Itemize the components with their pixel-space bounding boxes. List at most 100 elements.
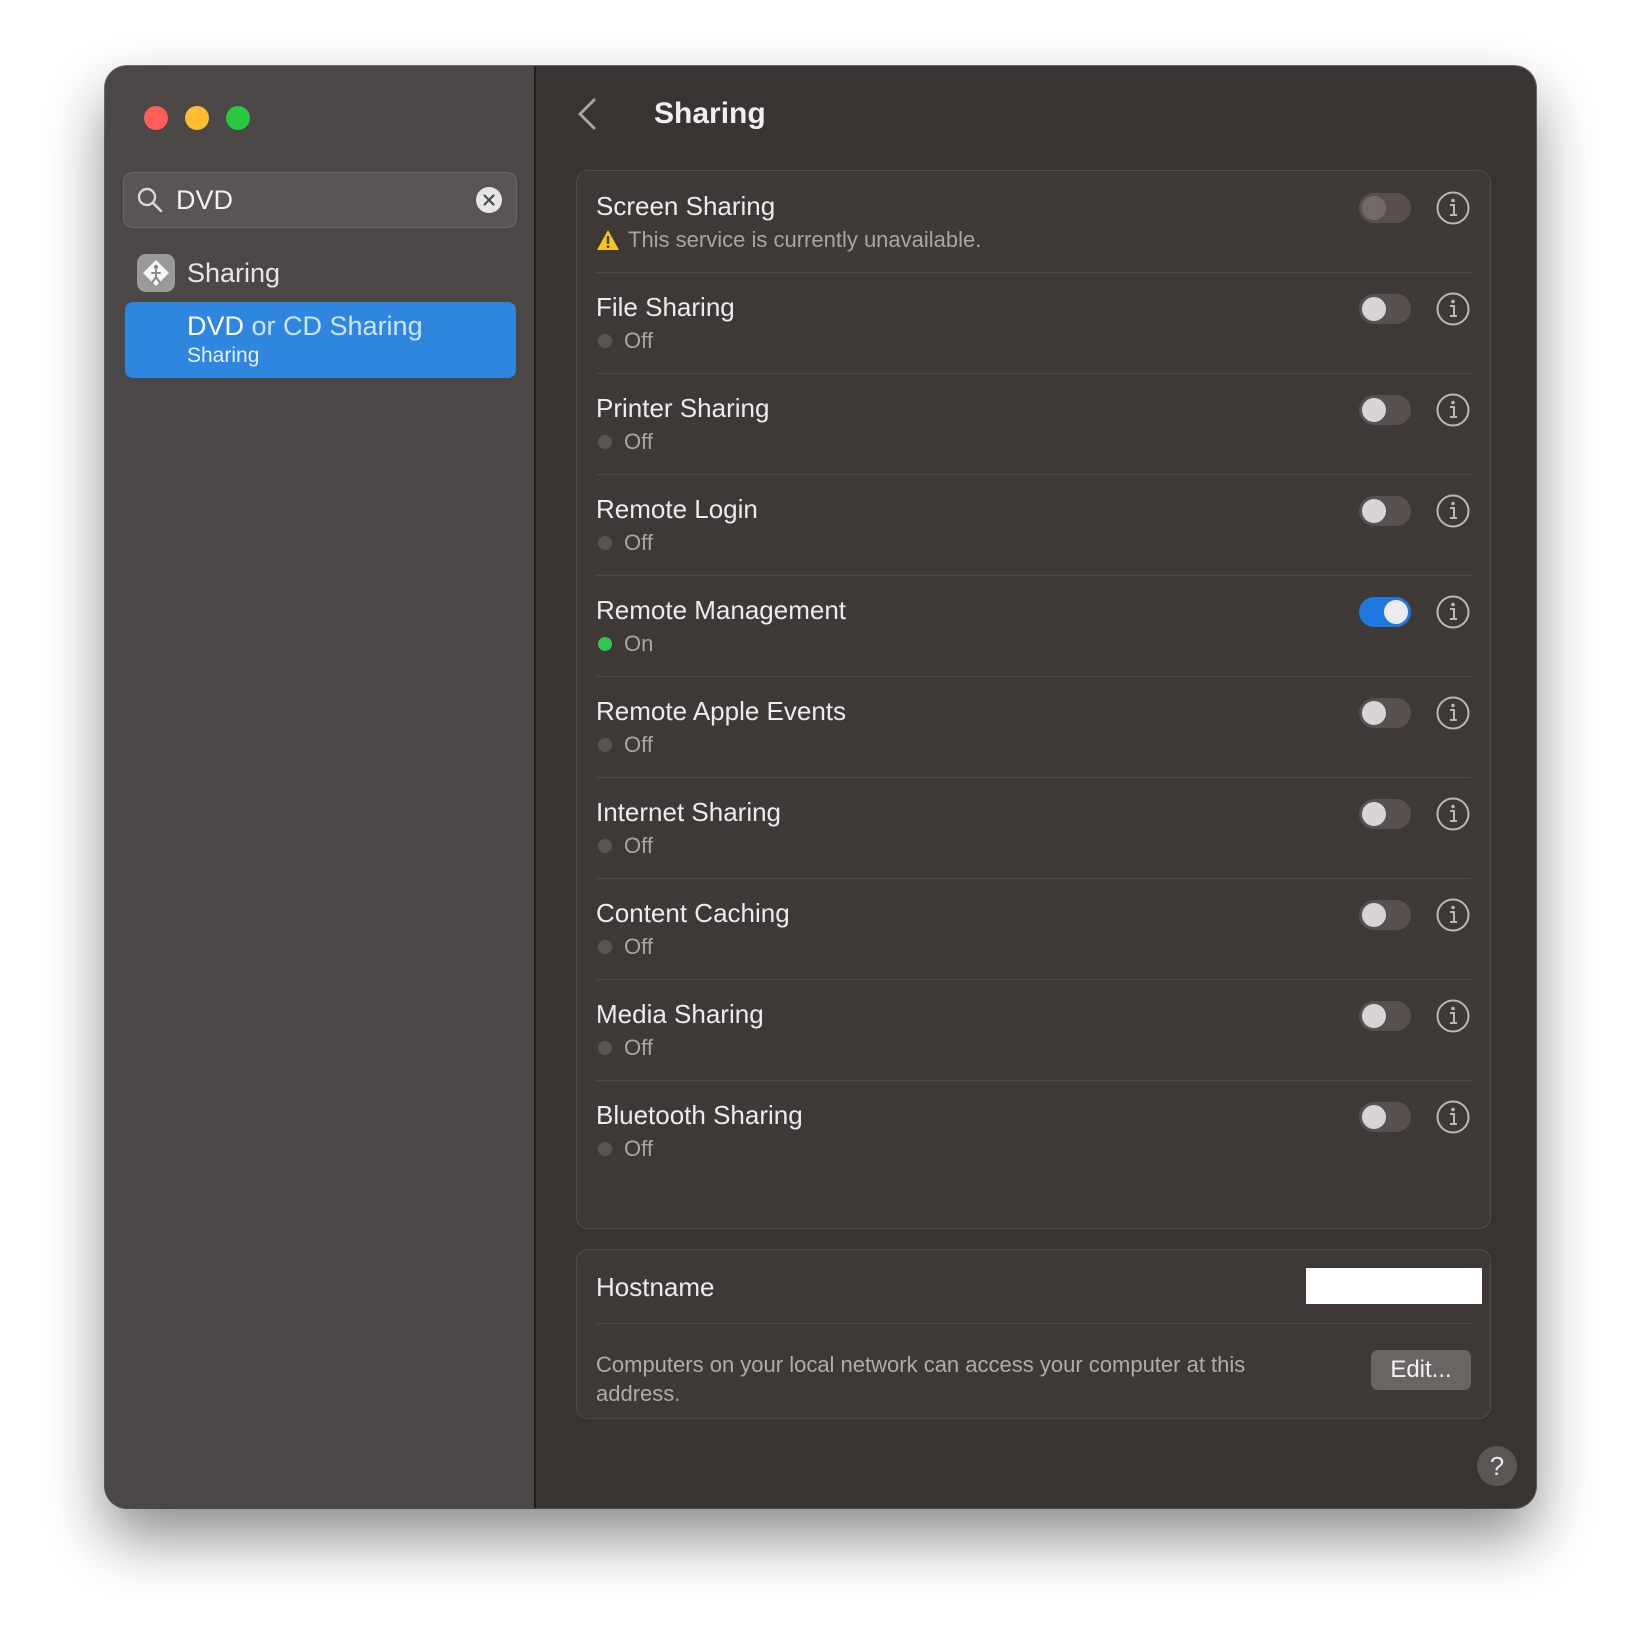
clear-search-button[interactable] xyxy=(476,187,502,213)
page-title: Sharing xyxy=(654,97,766,130)
main-pane: Sharing Screen Sharing This service is cu… xyxy=(536,66,1536,1508)
chevron-left-icon xyxy=(578,98,596,130)
toggle-knob xyxy=(1362,701,1386,725)
header: Sharing xyxy=(576,94,766,134)
service-row-screen-sharing: Screen Sharing This service is currently … xyxy=(596,171,1471,273)
toggle-knob xyxy=(1362,499,1386,523)
service-status-text: Off xyxy=(624,833,653,858)
divider xyxy=(596,1323,1471,1324)
toggle-knob xyxy=(1362,398,1386,422)
status-on-indicator xyxy=(598,637,612,651)
status-off-indicator xyxy=(598,738,612,752)
sidebar-item-sharing[interactable]: Sharing xyxy=(137,254,280,292)
status-off-indicator xyxy=(598,839,612,853)
status-off-indicator xyxy=(598,1142,612,1156)
service-status: Off xyxy=(596,328,653,354)
bluetooth-sharing-toggle[interactable] xyxy=(1359,1102,1411,1132)
service-row-remote-login: Remote Login Off xyxy=(596,474,1471,576)
remote-login-toggle[interactable] xyxy=(1359,496,1411,526)
zoom-window-button[interactable] xyxy=(226,106,250,130)
hostname-label: Hostname xyxy=(596,1272,715,1302)
info-icon[interactable] xyxy=(1435,998,1471,1034)
settings-window: DVD Sharing DVD or CD Sharing Sharing Sh… xyxy=(105,66,1536,1508)
search-field[interactable]: DVD xyxy=(123,172,517,228)
search-input[interactable]: DVD xyxy=(176,185,476,216)
service-status: Off xyxy=(596,530,653,556)
status-off-indicator xyxy=(598,435,612,449)
service-name: File Sharing xyxy=(596,292,735,322)
sidebar-item-label: Sharing xyxy=(187,257,281,288)
screen-sharing-toggle[interactable] xyxy=(1359,193,1411,223)
toggle-knob xyxy=(1362,1004,1386,1028)
file-sharing-toggle[interactable] xyxy=(1359,294,1411,324)
search-result-title: DVD or CD Sharing xyxy=(187,310,516,342)
internet-sharing-toggle[interactable] xyxy=(1359,799,1411,829)
help-button[interactable]: ? xyxy=(1477,1446,1517,1486)
status-off-indicator xyxy=(598,940,612,954)
hostname-panel: Hostname Computers on your local network… xyxy=(576,1249,1491,1419)
service-status: Off xyxy=(596,833,653,859)
info-icon[interactable] xyxy=(1435,594,1471,630)
service-status: Off xyxy=(596,1136,653,1162)
service-status-text: Off xyxy=(624,1035,653,1060)
info-icon[interactable] xyxy=(1435,493,1471,529)
info-icon[interactable] xyxy=(1435,1099,1471,1135)
service-status: Off xyxy=(596,732,653,758)
media-sharing-toggle[interactable] xyxy=(1359,1001,1411,1031)
service-name: Screen Sharing xyxy=(596,191,776,221)
minimize-window-button[interactable] xyxy=(185,106,209,130)
service-name: Remote Apple Events xyxy=(596,696,847,726)
hostname-value xyxy=(1306,1268,1482,1304)
service-status-text: Off xyxy=(624,429,653,454)
remote-management-toggle[interactable] xyxy=(1359,597,1411,627)
info-icon[interactable] xyxy=(1435,897,1471,933)
window-controls xyxy=(144,106,250,130)
status-off-indicator xyxy=(598,536,612,550)
service-status-text: Off xyxy=(624,1136,653,1161)
service-row-remote-apple-events: Remote Apple Events Off xyxy=(596,676,1471,778)
service-row-remote-management: Remote Management On xyxy=(596,575,1471,677)
toggle-knob xyxy=(1362,903,1386,927)
service-row-internet-sharing: Internet Sharing Off xyxy=(596,777,1471,879)
printer-sharing-toggle[interactable] xyxy=(1359,395,1411,425)
info-icon[interactable] xyxy=(1435,695,1471,731)
service-name: Printer Sharing xyxy=(596,393,770,423)
edit-hostname-button[interactable]: Edit... xyxy=(1371,1350,1471,1390)
service-name: Internet Sharing xyxy=(596,797,782,827)
service-name: Content Caching xyxy=(596,898,790,928)
info-icon[interactable] xyxy=(1435,190,1471,226)
sidebar-item-dvd-or-cd-sharing[interactable]: DVD or CD Sharing Sharing xyxy=(125,302,516,378)
service-status: Off xyxy=(596,1035,653,1061)
status-off-indicator xyxy=(598,1041,612,1055)
service-status-text: This service is currently unavailable. xyxy=(628,227,982,252)
service-status-text: Off xyxy=(624,328,653,353)
info-icon[interactable] xyxy=(1435,796,1471,832)
status-off-indicator xyxy=(598,334,612,348)
service-status: Off xyxy=(596,934,653,960)
service-status-text: Off xyxy=(624,732,653,757)
service-status-text: On xyxy=(624,631,654,656)
service-status: Off xyxy=(596,429,653,455)
service-name: Remote Management xyxy=(596,595,847,625)
sharing-icon xyxy=(137,254,175,292)
info-icon[interactable] xyxy=(1435,291,1471,327)
back-button[interactable] xyxy=(576,94,606,134)
content-caching-toggle[interactable] xyxy=(1359,900,1411,930)
search-icon xyxy=(137,187,163,213)
service-row-content-caching: Content Caching Off xyxy=(596,878,1471,980)
hostname-description: Computers on your local network can acce… xyxy=(596,1352,1246,1406)
service-name: Bluetooth Sharing xyxy=(596,1100,803,1130)
service-status: This service is currently unavailable. xyxy=(596,227,981,253)
remote-apple-events-toggle[interactable] xyxy=(1359,698,1411,728)
services-list: Screen Sharing This service is currently … xyxy=(576,170,1491,1229)
close-icon xyxy=(483,194,495,206)
search-result-title-rest: or CD Sharing xyxy=(244,311,423,341)
service-row-media-sharing: Media Sharing Off xyxy=(596,979,1471,1081)
service-name: Media Sharing xyxy=(596,999,764,1029)
info-icon[interactable] xyxy=(1435,392,1471,428)
service-status-text: Off xyxy=(624,934,653,959)
search-match-highlight: DVD xyxy=(187,311,245,341)
close-window-button[interactable] xyxy=(144,106,168,130)
toggle-knob xyxy=(1362,297,1386,321)
service-row-bluetooth-sharing: Bluetooth Sharing Off xyxy=(596,1080,1471,1181)
